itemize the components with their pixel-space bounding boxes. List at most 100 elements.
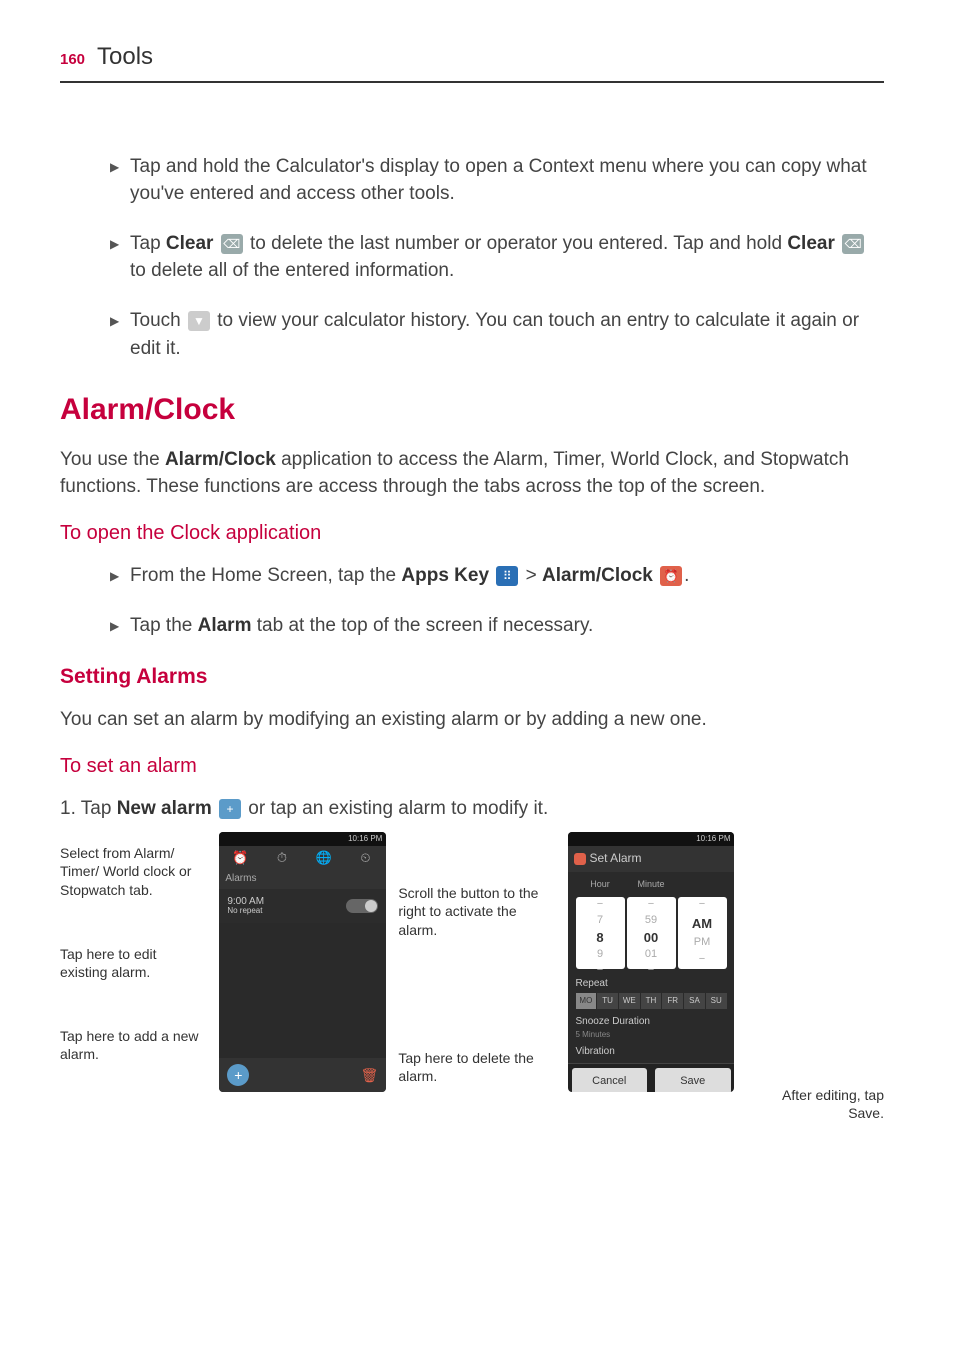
- txt: After editing, tap Save.: [782, 1087, 884, 1121]
- callout-add-alarm: Tap here to add a new alarm.: [60, 1027, 207, 1063]
- day-fr[interactable]: FR: [662, 993, 683, 1009]
- alarm-clock-icon: ⏰: [660, 566, 682, 586]
- apps-key-label: Apps Key: [401, 565, 489, 586]
- tab-timer[interactable]: ⏱: [261, 846, 303, 870]
- new-alarm-label: New alarm: [117, 798, 212, 819]
- wheel-val: −: [699, 952, 705, 968]
- wheel-selected: AM: [692, 915, 712, 934]
- day-su[interactable]: SU: [706, 993, 727, 1009]
- col-ampm: [678, 878, 727, 891]
- callout-select-tab: Select from Alarm/ Timer/ World clock or…: [60, 844, 207, 899]
- app-name: Alarm/Clock: [165, 449, 276, 470]
- bullet-history: ▶ Touch ▼ to view your calculator histor…: [90, 307, 884, 362]
- wheel-val: 7: [597, 913, 603, 929]
- callout-delete-alarm: Tap here to delete the alarm.: [398, 1049, 555, 1085]
- setting-intro: You can set an alarm by modifying an exi…: [60, 706, 884, 734]
- col-minute: Minute: [627, 878, 676, 891]
- snooze-value[interactable]: 5 Minutes: [576, 1029, 727, 1041]
- day-mo[interactable]: MO: [576, 993, 597, 1009]
- vibration-label[interactable]: Vibration: [576, 1045, 727, 1060]
- mid-callouts: Scroll the button to the right to activa…: [398, 832, 555, 1085]
- page-header: 160 Tools: [60, 40, 884, 83]
- tab-stopwatch[interactable]: ⏲: [345, 846, 387, 870]
- heading-to-set-alarm: To set an alarm: [60, 752, 884, 781]
- repeat-days[interactable]: MO TU WE TH FR SA SU: [576, 993, 727, 1009]
- txt: or tap an existing alarm to modify it.: [243, 798, 548, 819]
- bullet-arrow-icon: ▶: [110, 230, 122, 285]
- alarm-repeat: No repeat: [227, 907, 264, 916]
- day-th[interactable]: TH: [641, 993, 662, 1009]
- day-we[interactable]: WE: [619, 993, 640, 1009]
- backspace-icon: ⌫: [842, 234, 864, 254]
- hour-wheel[interactable]: − 7 8 9 −: [576, 897, 625, 969]
- bullet-clear: ▶ Tap Clear ⌫ to delete the last number …: [90, 230, 884, 285]
- wheel-selected: 00: [644, 929, 658, 948]
- clock-tabs[interactable]: ⏰ ⏱ 🌐 ⏲: [219, 846, 386, 870]
- bullet-open-apps: ▶ From the Home Screen, tap the Apps Key…: [90, 562, 884, 590]
- backspace-icon: ⌫: [221, 234, 243, 254]
- callout-edit-alarm: Tap here to edit existing alarm.: [60, 945, 207, 981]
- set-alarm-title: Set Alarm: [590, 850, 642, 867]
- clear-label: Clear: [787, 233, 835, 254]
- alarm-toggle[interactable]: [346, 899, 378, 913]
- bullet-text: Touch ▼ to view your calculator history.…: [130, 307, 884, 362]
- figure-row: Select from Alarm/ Timer/ World clock or…: [60, 832, 884, 1122]
- txt: to view your calculator history. You can…: [130, 310, 859, 359]
- txt: tab at the top of the screen if necessar…: [251, 615, 593, 636]
- txt: Tap: [130, 233, 166, 254]
- wheel-val: −: [597, 897, 603, 913]
- screenshot-alarms-list: 10:16 PM ⏰ ⏱ 🌐 ⏲ Alarms 9:00 AM No repea…: [219, 832, 386, 1092]
- bullet-arrow-icon: ▶: [110, 612, 122, 640]
- ampm-wheel[interactable]: − AM PM −: [678, 897, 727, 969]
- status-bar: 10:16 PM: [219, 832, 386, 846]
- bullet-arrow-icon: ▶: [110, 562, 122, 590]
- txt: Touch: [130, 310, 186, 331]
- day-sa[interactable]: SA: [684, 993, 705, 1009]
- txt: Tap the: [130, 615, 198, 636]
- alarm-bottom-bar: + 🗑: [219, 1058, 386, 1092]
- add-alarm-button[interactable]: +: [227, 1064, 249, 1086]
- dropdown-icon: ▼: [188, 311, 210, 331]
- repeat-label: Repeat: [576, 977, 727, 992]
- clear-label: Clear: [166, 233, 214, 254]
- cancel-button[interactable]: Cancel: [572, 1068, 648, 1092]
- plus-icon: +: [219, 799, 241, 819]
- apps-grid-icon: ⠿: [496, 566, 518, 586]
- alarm-tab-label: Alarm: [198, 615, 252, 636]
- wheel-val: 01: [645, 947, 657, 963]
- content-area: ▶ Tap and hold the Calculator's display …: [60, 153, 884, 1123]
- time-picker[interactable]: − 7 8 9 − − 59 00 01 − − AM PM: [568, 897, 735, 975]
- heading-alarm-clock: Alarm/Clock: [60, 388, 884, 432]
- set-alarm-buttons: Cancel Save: [568, 1063, 735, 1092]
- minute-wheel[interactable]: − 59 00 01 −: [627, 897, 676, 969]
- callout-after-save: After editing, tap Save.: [746, 1086, 884, 1122]
- alarm-list-item[interactable]: 9:00 AM No repeat: [219, 889, 386, 923]
- day-tu[interactable]: TU: [597, 993, 618, 1009]
- callout-scroll-activate: Scroll the button to the right to activa…: [398, 884, 555, 939]
- txt: 1. Tap: [60, 798, 117, 819]
- bullet-alarm-tab: ▶ Tap the Alarm tab at the top of the sc…: [90, 612, 884, 640]
- page-title: Tools: [97, 40, 153, 75]
- time-column-headers: Hour Minute: [568, 872, 735, 897]
- bullet-text: Tap Clear ⌫ to delete the last number or…: [130, 230, 884, 285]
- tab-alarm[interactable]: ⏰: [219, 846, 261, 870]
- wheel-val: PM: [694, 935, 711, 951]
- page-number: 160: [60, 49, 85, 71]
- save-button[interactable]: Save: [655, 1068, 731, 1092]
- txt: You use the: [60, 449, 165, 470]
- txt: to delete the last number or operator yo…: [245, 233, 788, 254]
- delete-alarm-button[interactable]: 🗑: [361, 1065, 379, 1085]
- wheel-selected: 8: [596, 929, 603, 948]
- wheel-val: −: [699, 897, 705, 913]
- bullet-text: From the Home Screen, tap the Apps Key ⠿…: [130, 562, 884, 590]
- bullet-arrow-icon: ▶: [110, 307, 122, 362]
- tab-world-clock[interactable]: 🌐: [303, 846, 345, 870]
- txt: From the Home Screen, tap the: [130, 565, 401, 586]
- bullet-text: Tap the Alarm tab at the top of the scre…: [130, 612, 884, 640]
- alarm-app-icon: [574, 853, 586, 865]
- alarms-subheader: Alarms: [219, 870, 386, 889]
- heading-open-clock: To open the Clock application: [60, 519, 884, 548]
- bullet-arrow-icon: ▶: [110, 153, 122, 208]
- status-bar: 10:16 PM: [568, 832, 735, 846]
- wheel-val: 9: [597, 947, 603, 963]
